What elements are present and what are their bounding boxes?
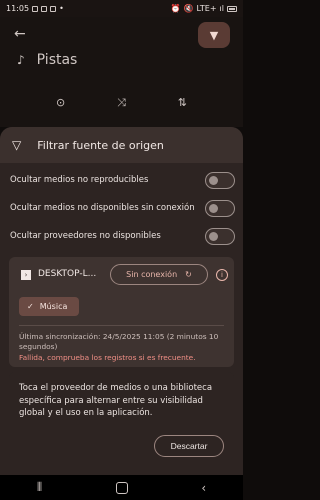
filter-icon: ▼ (209, 28, 219, 42)
toggle-label: Ocultar medios no disponibles sin conexi… (10, 203, 195, 213)
offline-label: Sin conexión (126, 270, 178, 279)
dismiss-button[interactable]: Descartar (154, 435, 224, 457)
shuffle-icon[interactable]: ⤨ (117, 96, 126, 110)
home-icon[interactable] (115, 481, 128, 494)
sort-icon[interactable]: ⇅ (178, 96, 187, 110)
offline-status-button[interactable]: Sin conexión ↻ (110, 264, 208, 285)
back-icon[interactable]: ‹ (201, 481, 206, 495)
network-label: LTE+ (196, 4, 217, 13)
hint-card: Toca el proveedor de medios o una biblio… (9, 372, 234, 460)
status-bar: 11:05 • ⏰ 🔇 LTE+ ıl (0, 0, 243, 17)
music-note-icon: ♪ (17, 53, 25, 67)
sheet-title: Filtrar fuente de origen (37, 138, 164, 152)
background-toolbar: ⊙ ⤨ ⇅ (0, 96, 243, 110)
status-time: 11:05 (6, 4, 30, 13)
filter-button[interactable]: ▼ (198, 22, 230, 48)
toggle-switch[interactable] (205, 171, 235, 189)
signal-icon: ıl (219, 4, 224, 13)
navigation-bar: ⦀ ‹ (0, 475, 243, 500)
status-right: ⏰ 🔇 LTE+ ıl (171, 4, 237, 13)
sync-status-text: Última sincronización: 24/5/2025 11:05 (… (19, 332, 219, 351)
toggle-label: Ocultar medios no reproducibles (10, 175, 149, 185)
gallery-icon (41, 5, 48, 12)
battery-icon (227, 5, 237, 12)
notification-icon (32, 5, 39, 12)
page-title: Pistas (36, 52, 78, 68)
recent-apps-icon[interactable]: ⦀ (37, 480, 42, 495)
hint-text: Toca el proveedor de medios o una biblio… (19, 383, 213, 418)
alarm-icon: ⏰ (170, 4, 181, 13)
provider-name: DESKTOP-L... (38, 269, 97, 279)
play-circle-icon[interactable]: ⊙ (56, 96, 65, 110)
terminal-icon: › (21, 270, 31, 280)
music-library-chip[interactable]: ✓ Música (19, 297, 79, 316)
toggle-switch[interactable] (205, 227, 235, 245)
mute-icon: 🔇 (183, 4, 194, 13)
funnel-icon: ▽ (12, 138, 22, 152)
toggle-row-providers[interactable]: Ocultar proveedores no disponibles (10, 225, 235, 247)
toggle-row-offline[interactable]: Ocultar medios no disponibles sin conexi… (10, 197, 235, 219)
toggle-label: Ocultar proveedores no disponibles (10, 231, 161, 241)
background-title: ♪ Pistas (17, 52, 77, 68)
sheet-header: ▽ Filtrar fuente de origen (0, 127, 243, 163)
dot-icon: • (59, 4, 64, 13)
toggle-row-unplayable[interactable]: Ocultar medios no reproducibles (10, 169, 235, 191)
divider (19, 325, 224, 326)
toggle-switch[interactable] (205, 199, 235, 217)
refresh-icon: ↻ (185, 270, 192, 279)
status-left: 11:05 • (6, 4, 64, 13)
chip-label: Música (39, 302, 68, 311)
arrow-left-icon[interactable]: ← (14, 26, 26, 42)
info-icon[interactable]: i (216, 269, 228, 281)
facebook-icon (50, 5, 57, 12)
sync-error-text: Fallida, comprueba los registros si es f… (19, 353, 196, 362)
provider-card[interactable]: › DESKTOP-L... Sin conexión ↻ i ✓ Música… (9, 257, 234, 367)
check-icon: ✓ (27, 302, 34, 311)
